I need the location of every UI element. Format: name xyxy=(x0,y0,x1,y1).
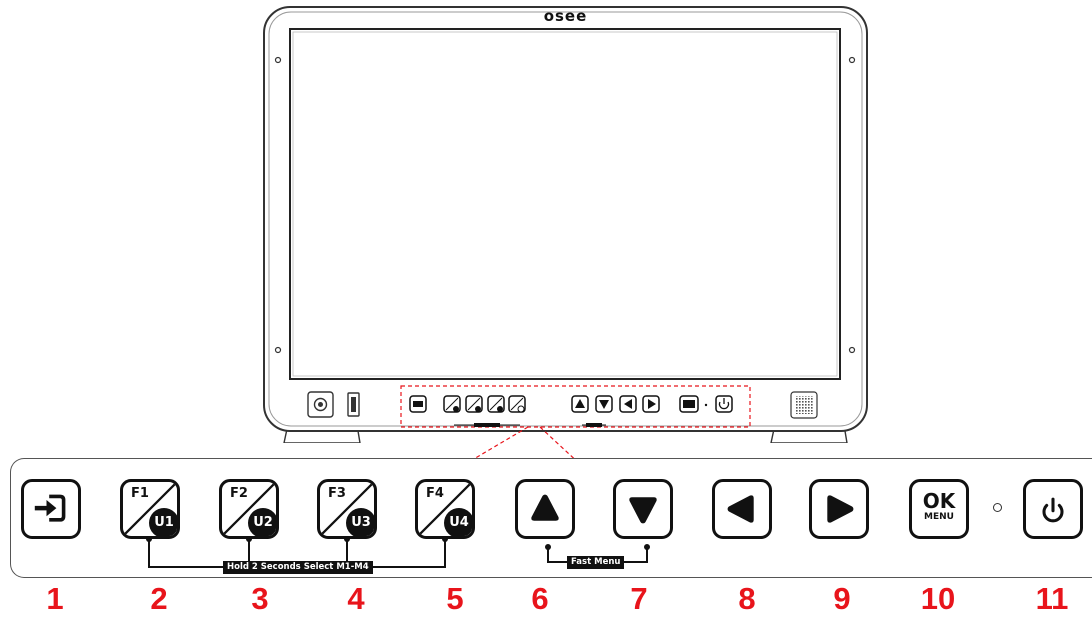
fast-menu-label: Fast Menu xyxy=(567,556,625,569)
callout-6: 6 xyxy=(531,581,549,616)
bracket-lines xyxy=(146,536,650,568)
callout-10: 10 xyxy=(920,581,956,616)
callout-8: 8 xyxy=(738,581,756,616)
callout-11: 11 xyxy=(1035,581,1069,616)
callout-1: 1 xyxy=(46,581,64,616)
hold-select-label: Hold 2 Seconds Select M1-M4 xyxy=(223,561,373,574)
control-panel-strip: F1 U1 F2 U2 F3 U3 F4 U4 OK MENU Hold 2 S… xyxy=(10,458,1092,578)
brand-logo: osee xyxy=(543,7,588,25)
callout-3: 3 xyxy=(251,581,269,616)
monitor-front-view: osee xyxy=(262,5,869,443)
monitor-outline xyxy=(263,6,868,443)
callout-5: 5 xyxy=(446,581,464,616)
callout-4: 4 xyxy=(347,581,365,616)
callout-2: 2 xyxy=(150,581,168,616)
callout-7: 7 xyxy=(630,581,648,616)
callout-9: 9 xyxy=(833,581,851,616)
